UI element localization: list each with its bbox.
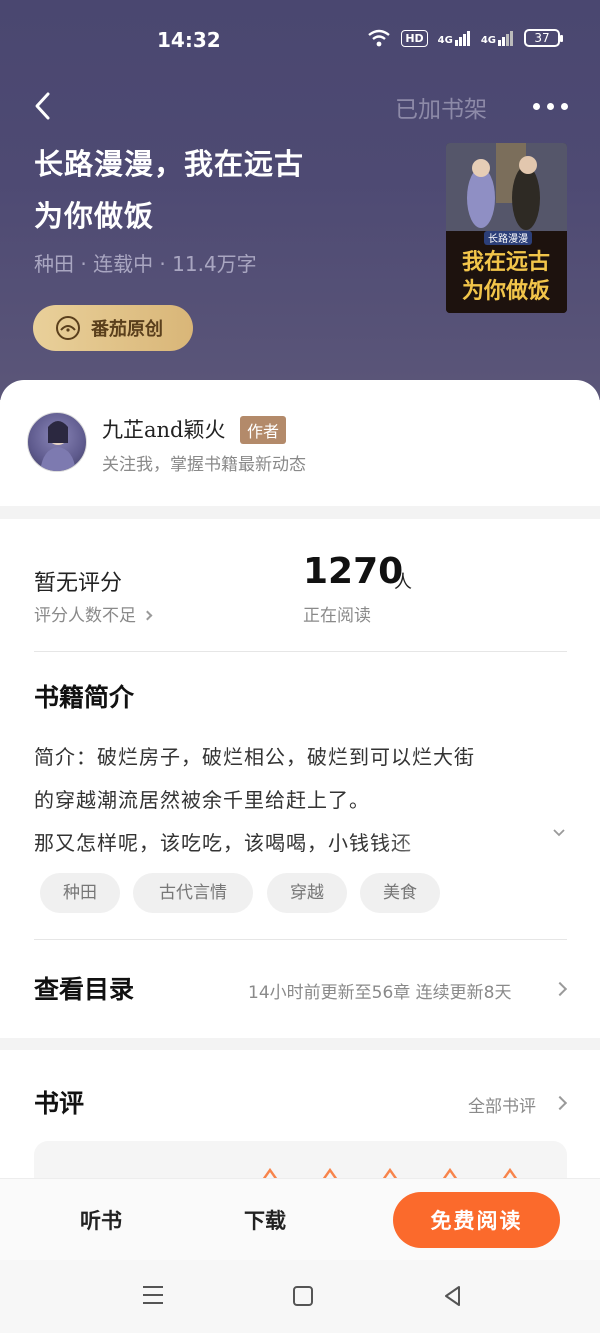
intro-fade bbox=[380, 818, 520, 858]
avatar-figure bbox=[40, 421, 76, 471]
menu-icon[interactable] bbox=[143, 1286, 163, 1304]
author-card[interactable] bbox=[0, 380, 600, 506]
author-subtitle: 关注我，掌握书籍最新动态 bbox=[102, 455, 306, 475]
origin-badge[interactable]: 番茄原创 bbox=[33, 305, 193, 351]
origin-badge-label: 番茄原创 bbox=[91, 319, 163, 340]
cover-title-line-1: 我在远古 bbox=[462, 249, 550, 275]
chevron-down-icon[interactable] bbox=[552, 826, 566, 840]
tag-chip[interactable]: 古代言情 bbox=[133, 873, 253, 913]
author-avatar[interactable] bbox=[27, 412, 87, 472]
wifi-icon bbox=[368, 29, 391, 47]
cover-subtitle: 长路漫漫 bbox=[488, 232, 528, 245]
tag-chip[interactable]: 穿越 bbox=[267, 873, 347, 913]
more-dots-icon[interactable] bbox=[533, 103, 568, 110]
battery-icon: 37 bbox=[524, 29, 563, 47]
back-button[interactable] bbox=[30, 88, 56, 124]
signal-4g-icon: 4G bbox=[481, 30, 514, 46]
toc-update-info[interactable]: 14小时前更新至56章 连续更新8天 bbox=[248, 978, 511, 1003]
book-title-line-2: 为你做饭 bbox=[34, 199, 155, 233]
status-icons: HD 4G 4G 37 bbox=[367, 28, 563, 48]
tag-chip[interactable]: 美食 bbox=[360, 873, 440, 913]
readers-subtitle: 正在阅读 bbox=[303, 606, 371, 626]
book-title-line-1: 长路漫漫，我在远古 bbox=[34, 147, 305, 181]
tag-chip[interactable]: 种田 bbox=[40, 873, 120, 913]
intro-heading: 书籍简介 bbox=[34, 683, 135, 712]
book-meta: 种田 · 连载中 · 11.4万字 bbox=[34, 252, 257, 276]
status-bar: 14:32 HD 4G 4G 37 bbox=[0, 0, 600, 80]
review-title: 书评 bbox=[34, 1089, 85, 1118]
author-tag: 作者 bbox=[240, 416, 287, 444]
rating-subtitle-text: 评分人数不足 bbox=[34, 606, 136, 626]
readers-count: 1270 bbox=[303, 551, 404, 592]
status-time: 14:32 bbox=[157, 28, 221, 52]
author-name[interactable]: 九芷and颖火 bbox=[102, 414, 226, 444]
book-title: 长路漫漫，我在远古 为你做饭 bbox=[34, 138, 394, 242]
download-button[interactable]: 下载 bbox=[244, 1205, 286, 1235]
listen-button[interactable]: 听书 bbox=[80, 1205, 122, 1235]
intro-line: 简介：破烂房子，破烂相公，破烂到可以烂大街 bbox=[34, 745, 475, 769]
free-read-button[interactable]: 免费阅读 bbox=[393, 1192, 560, 1248]
home-square-icon[interactable] bbox=[293, 1286, 313, 1306]
divider bbox=[34, 939, 567, 940]
chevron-right-icon bbox=[142, 610, 153, 621]
added-to-shelf-label[interactable]: 已加书架 bbox=[395, 90, 487, 124]
cover-title-line-2: 为你做饭 bbox=[462, 278, 550, 304]
rating-title: 暂无评分 bbox=[34, 571, 123, 596]
hd-icon: HD bbox=[401, 29, 428, 47]
book-cover[interactable]: 长路漫漫 我在远古 为你做饭 bbox=[446, 143, 567, 313]
tomato-clock-icon bbox=[56, 316, 80, 340]
intro-line: 的穿越潮流居然被余千里给赶上了。 bbox=[34, 788, 370, 812]
rating-subtitle[interactable]: 评分人数不足 bbox=[34, 601, 153, 626]
all-reviews-link[interactable]: 全部书评 bbox=[468, 1092, 536, 1117]
cover-art: 长路漫漫 我在远古 为你做饭 bbox=[446, 143, 567, 313]
back-triangle-icon[interactable] bbox=[443, 1285, 463, 1307]
readers-unit: 人 bbox=[394, 572, 412, 593]
signal-4g-icon: 4G bbox=[438, 30, 471, 46]
divider bbox=[34, 651, 567, 652]
toc-title[interactable]: 查看目录 bbox=[34, 970, 134, 1006]
